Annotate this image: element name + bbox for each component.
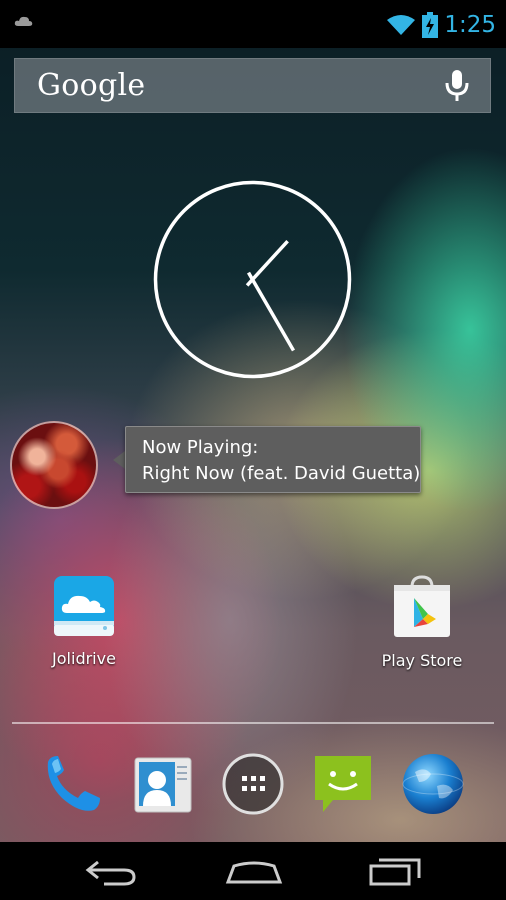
jolidrive-cloud-icon bbox=[54, 576, 114, 636]
app-jolidrive[interactable]: Jolidrive bbox=[29, 575, 139, 668]
home-icon[interactable] bbox=[224, 856, 284, 886]
recent-apps-icon[interactable] bbox=[365, 856, 425, 886]
back-icon[interactable] bbox=[80, 856, 140, 886]
clock-minute-hand bbox=[246, 271, 296, 352]
microphone-icon[interactable] bbox=[444, 69, 470, 103]
album-art[interactable] bbox=[10, 421, 98, 509]
messaging-icon[interactable] bbox=[311, 752, 375, 816]
navigation-bar bbox=[0, 842, 506, 900]
app-drawer-icon[interactable] bbox=[221, 752, 285, 816]
app-play-store[interactable]: Play Store bbox=[367, 575, 477, 670]
google-logo-label[interactable]: Google bbox=[37, 68, 145, 103]
battery-charging-icon bbox=[422, 12, 439, 38]
contacts-icon[interactable] bbox=[131, 752, 195, 816]
bubble-tail bbox=[113, 451, 125, 469]
status-bar: 1:25 bbox=[0, 0, 506, 48]
now-playing-bubble[interactable]: Now Playing: Right Now (feat. David Guet… bbox=[125, 426, 421, 493]
phone-icon[interactable] bbox=[40, 752, 104, 816]
wifi-icon bbox=[387, 15, 416, 35]
analog-clock-widget[interactable] bbox=[153, 180, 352, 379]
google-search-bar[interactable]: Google bbox=[14, 58, 491, 113]
browser-globe-icon[interactable] bbox=[401, 752, 465, 816]
play-store-icon bbox=[394, 575, 450, 637]
status-time: 1:25 bbox=[444, 12, 496, 38]
dock-divider bbox=[12, 722, 494, 724]
app-label-play-store: Play Store bbox=[381, 651, 463, 670]
track-title: Right Now (feat. David Guetta) bbox=[142, 463, 421, 484]
cloud-icon bbox=[14, 16, 33, 26]
app-label-jolidrive: Jolidrive bbox=[52, 649, 116, 668]
now-playing-label: Now Playing: bbox=[142, 437, 259, 458]
